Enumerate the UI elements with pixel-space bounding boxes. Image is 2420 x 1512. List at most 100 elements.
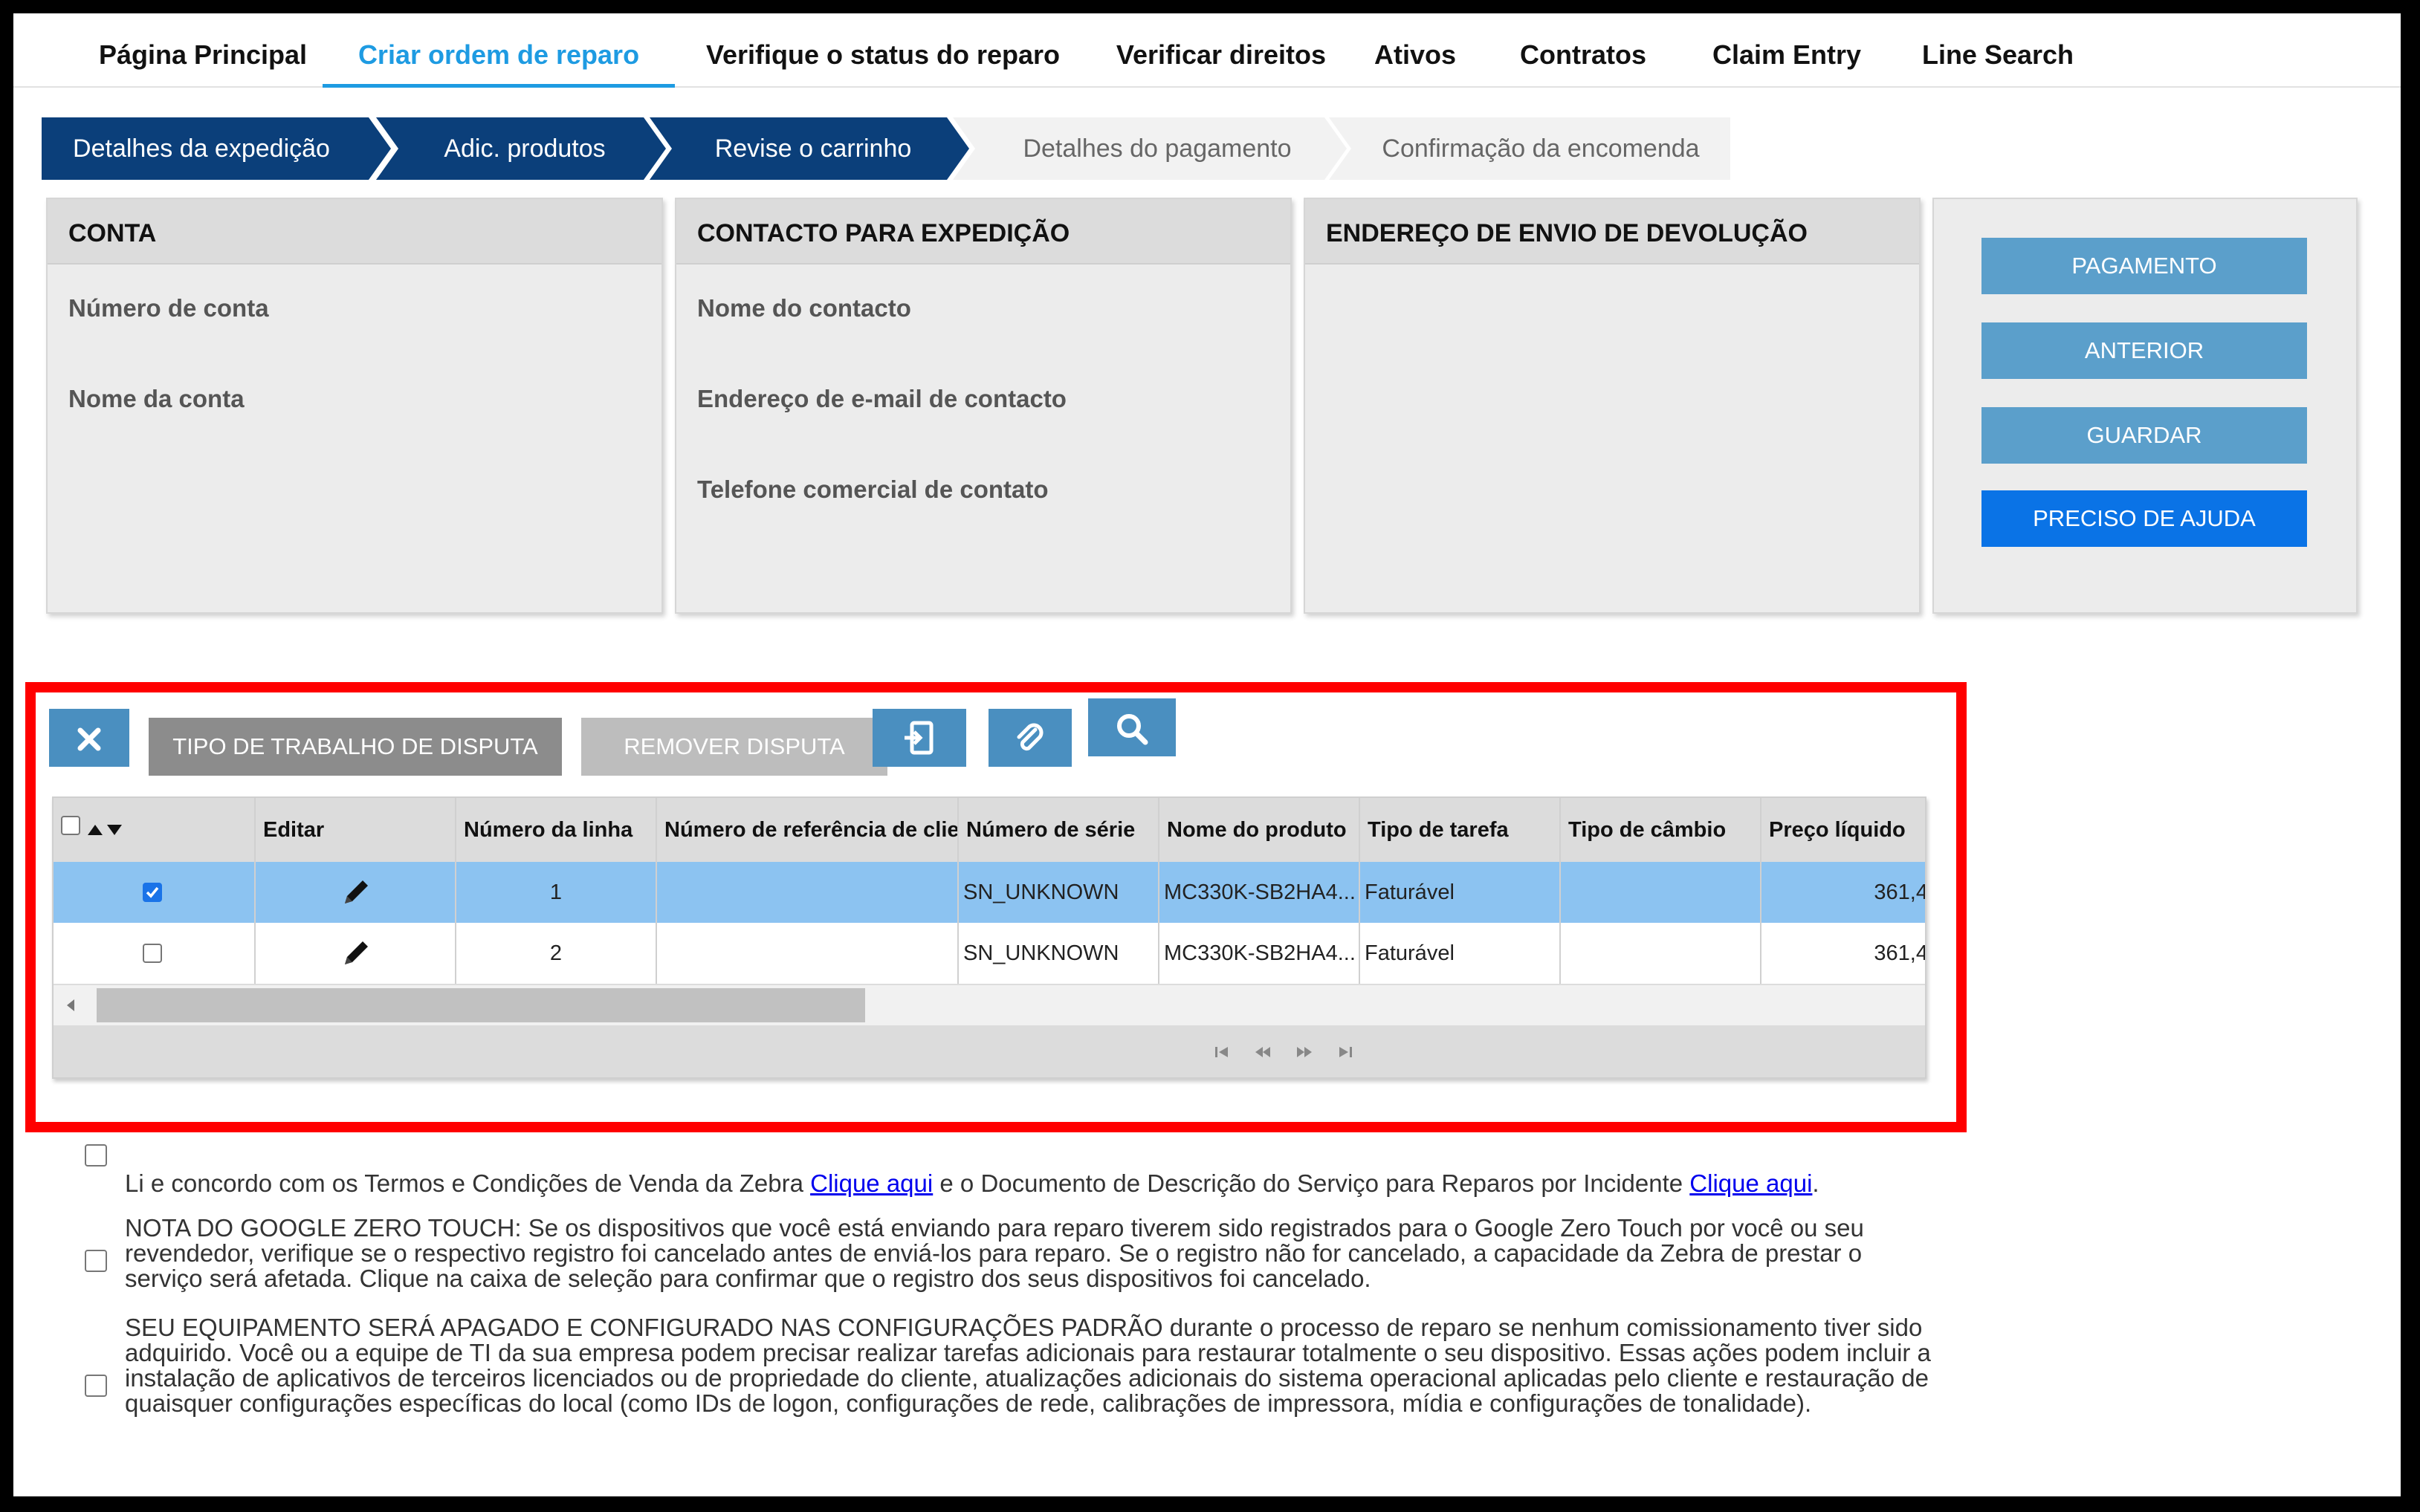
step-label: Adic. produtos <box>444 134 606 163</box>
panel-contacto-title: CONTACTO PARA EXPEDIÇÃO <box>676 199 1290 265</box>
preciso-de-ajuda-button[interactable]: PRECISO DE AJUDA <box>1981 490 2307 547</box>
col-nome-do-produto[interactable]: Nome do produto <box>1159 798 1360 862</box>
cell-net-price: 361,4 <box>1874 880 1926 904</box>
nav-pagina-principal[interactable]: Página Principal <box>73 13 333 86</box>
step-label: Detalhes do pagamento <box>1023 134 1292 163</box>
search-icon <box>1117 713 1148 745</box>
col-editar[interactable]: Editar <box>256 798 456 862</box>
step-adic-produtos[interactable]: Adic. produtos <box>376 117 666 180</box>
header-select-cell <box>54 798 256 862</box>
cell-exchange-type <box>1561 862 1761 923</box>
nav-label: Criar ordem de reparo <box>358 39 640 70</box>
nav-claim-entry[interactable]: Claim Entry <box>1683 13 1891 86</box>
factory-reset-checkbox[interactable] <box>85 1375 107 1397</box>
pencil-icon[interactable] <box>340 936 373 969</box>
row-checkbox[interactable] <box>143 883 162 902</box>
terms-link[interactable]: Clique aqui <box>810 1169 933 1197</box>
panel-conta: CONTA Número de conta Nome da conta <box>46 198 663 614</box>
row-select-cell <box>54 862 256 923</box>
nav-ativos[interactable]: Ativos <box>1371 13 1460 86</box>
pagamento-button[interactable]: PAGAMENTO <box>1981 238 2307 294</box>
col-numero-de-serie[interactable]: Número de série <box>959 798 1159 862</box>
service-description-link[interactable]: Clique aqui <box>1689 1169 1812 1197</box>
horizontal-scrollbar[interactable] <box>54 985 1925 1025</box>
cell-product: MC330K-SB2HA4... <box>1159 862 1360 923</box>
close-button[interactable] <box>49 709 129 767</box>
step-label: Detalhes da expedição <box>73 134 330 163</box>
zero-touch-notice: NOTA DO GOOGLE ZERO TOUCH: Se os disposi… <box>125 1214 1864 1292</box>
row-edit-cell <box>256 862 456 923</box>
checkmark-icon <box>146 886 159 898</box>
terms-text-middle: e o Documento de Descrição do Serviço pa… <box>939 1169 1683 1197</box>
page: Página Principal Criar ordem de reparo V… <box>13 13 2401 1496</box>
zero-touch-checkbox[interactable] <box>85 1250 107 1272</box>
cell-serial: SN_UNKNOWN <box>959 862 1159 923</box>
first-page-icon[interactable] <box>1213 1043 1231 1061</box>
anterior-button[interactable]: ANTERIOR <box>1981 322 2307 379</box>
field-nome-do-contacto: Nome do contacto <box>697 294 911 322</box>
nav-contratos[interactable]: Contratos <box>1509 13 1657 86</box>
field-nome-da-conta: Nome da conta <box>68 385 245 412</box>
step-label: Confirmação da encomenda <box>1382 134 1700 163</box>
panel-endereco-title: ENDEREÇO DE ENVIO DE DEVOLUÇÃO <box>1305 199 1919 265</box>
paperclip-icon <box>1017 723 1044 750</box>
cell-exchange-type <box>1561 923 1761 984</box>
field-numero-de-conta: Número de conta <box>68 294 269 322</box>
step-confirmacao-da-encomenda: Confirmação da encomenda <box>1329 117 1730 180</box>
row-checkbox[interactable] <box>143 944 162 963</box>
cell-line-number: 1 <box>456 862 657 923</box>
step-detalhes-do-pagamento: Detalhes do pagamento <box>953 117 1347 180</box>
cell-line-number: 2 <box>456 923 657 984</box>
nav-verifique-o-status[interactable]: Verifique o status do reparo <box>690 13 1076 86</box>
repair-items-grid: Editar Número da linha Número de referên… <box>52 796 1926 1079</box>
field-email-de-contacto: Endereço de e-mail de contacto <box>697 385 1067 412</box>
col-numero-da-linha[interactable]: Número da linha <box>456 798 657 862</box>
scrollbar-thumb[interactable] <box>97 988 865 1022</box>
col-preco-liquido[interactable]: Preço líquido <box>1761 798 1925 862</box>
import-button[interactable] <box>873 709 966 767</box>
cell-serial: SN_UNKNOWN <box>959 923 1159 984</box>
cell-reference <box>657 862 959 923</box>
panel-contacto: CONTACTO PARA EXPEDIÇÃO Nome do contacto… <box>675 198 1292 614</box>
previous-page-icon[interactable] <box>1253 1043 1272 1061</box>
terms-checkbox[interactable] <box>85 1144 107 1167</box>
terms-text-start: Li e concordo com os Termos e Condições … <box>125 1169 803 1197</box>
cell-task-type: Faturável <box>1360 862 1561 923</box>
pencil-icon[interactable] <box>340 875 373 908</box>
nav-verificar-direitos[interactable]: Verificar direitos <box>1103 13 1339 86</box>
nav-line-search[interactable]: Line Search <box>1898 13 2097 86</box>
tipo-de-trabalho-de-disputa-button[interactable]: TIPO DE TRABALHO DE DISPUTA <box>149 718 562 776</box>
step-revise-o-carrinho[interactable]: Revise o carrinho <box>650 117 969 180</box>
step-label: Revise o carrinho <box>714 134 912 163</box>
top-nav: Página Principal Criar ordem de reparo V… <box>13 13 2401 88</box>
grid-pager <box>54 1025 1925 1077</box>
cell-task-type: Faturável <box>1360 923 1561 984</box>
attach-button[interactable] <box>989 709 1072 767</box>
import-icon <box>905 721 934 755</box>
col-numero-de-referencia[interactable]: Número de referência de clier <box>657 798 959 862</box>
active-tab-underline <box>323 84 675 88</box>
step-detalhes-da-expedicao[interactable]: Detalhes da expedição <box>42 117 391 180</box>
panel-endereco: ENDEREÇO DE ENVIO DE DEVOLUÇÃO <box>1304 198 1921 614</box>
last-page-icon[interactable] <box>1336 1043 1354 1061</box>
next-page-icon[interactable] <box>1295 1043 1314 1061</box>
col-tipo-de-tarefa[interactable]: Tipo de tarefa <box>1360 798 1561 862</box>
row-select-cell <box>54 923 256 984</box>
select-all-checkbox[interactable] <box>61 816 80 835</box>
nav-criar-ordem-de-reparo[interactable]: Criar ordem de reparo <box>323 13 675 88</box>
close-icon <box>77 727 101 751</box>
cell-net-price: 361,4 <box>1874 941 1926 965</box>
cell-product: MC330K-SB2HA4... <box>1159 923 1360 984</box>
panel-conta-title: CONTA <box>48 199 661 265</box>
sort-icon[interactable] <box>86 822 123 838</box>
field-telefone-comercial: Telefone comercial de contato <box>697 476 1049 503</box>
search-button[interactable] <box>1088 698 1176 756</box>
scroll-left-icon[interactable] <box>65 999 76 1012</box>
row-edit-cell <box>256 923 456 984</box>
factory-reset-notice: SEU EQUIPAMENTO SERÁ APAGADO E CONFIGURA… <box>125 1314 1931 1417</box>
terms-text-end: . <box>1812 1169 1819 1197</box>
col-tipo-de-cambio[interactable]: Tipo de câmbio <box>1561 798 1761 862</box>
remover-disputa-button[interactable]: REMOVER DISPUTA <box>581 718 887 776</box>
guardar-button[interactable]: GUARDAR <box>1981 407 2307 464</box>
cell-reference <box>657 923 959 984</box>
